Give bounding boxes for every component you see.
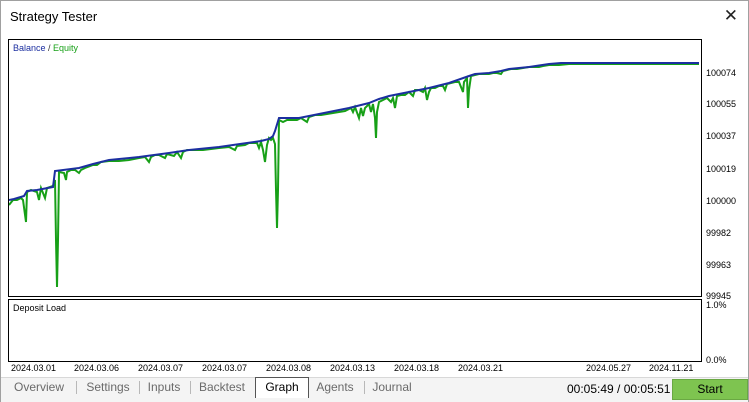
deposit-y-tick: 1.0% — [706, 300, 727, 310]
tab-backtest[interactable]: Backtest — [192, 378, 252, 396]
x-tick-label: 2024.03.08 — [266, 363, 312, 373]
window-title: Strategy Tester — [10, 9, 98, 24]
balance-equity-chart: Balance / Equity — [8, 39, 702, 297]
tab-divider — [190, 381, 191, 394]
elapsed-time: 00:05:49 / 00:05:51 — [567, 382, 671, 396]
tab-divider — [364, 381, 365, 394]
tab-settings[interactable]: Settings — [78, 378, 138, 396]
tab-inputs[interactable]: Inputs — [141, 378, 187, 396]
y-tick-label: 100037 — [706, 131, 737, 141]
deposit-y-tick: 0.0% — [706, 355, 727, 365]
x-tick-label: 2024.05.27 — [586, 363, 632, 373]
equity-line — [9, 63, 699, 288]
x-tick-label: 2024.03.07 — [138, 363, 184, 373]
tab-divider — [76, 381, 77, 394]
y-tick-label: 99963 — [706, 260, 732, 270]
deposit-load-chart: Deposit Load — [8, 299, 702, 362]
tab-graph[interactable]: Graph — [255, 377, 309, 398]
x-tick-label: 2024.03.06 — [74, 363, 120, 373]
legend-equity: Equity — [53, 43, 79, 53]
y-tick-label: 100019 — [706, 164, 737, 174]
deposit-load-label: Deposit Load — [13, 303, 67, 313]
chart-legend: Balance / Equity — [13, 43, 78, 53]
start-button[interactable]: Start — [672, 379, 748, 400]
y-tick-label: 99982 — [706, 228, 732, 238]
y-tick-label: 100074 — [706, 68, 737, 78]
x-tick-label: 2024.03.01 — [11, 363, 57, 373]
close-icon[interactable]: ✕ — [724, 7, 738, 24]
balance-equity-svg — [9, 62, 699, 288]
tab-journal[interactable]: Journal — [366, 378, 418, 396]
x-tick-label: 2024.11.21 — [649, 363, 694, 373]
tester-tabs: Overview Settings Inputs Backtest Graph … — [4, 377, 444, 398]
x-tick-label: 2024.03.18 — [394, 363, 440, 373]
tab-overview[interactable]: Overview — [4, 378, 74, 396]
x-tick-label: 2024.03.13 — [330, 363, 376, 373]
x-tick-label: 2024.03.21 — [458, 363, 504, 373]
strategy-tester-window: Strategy Tester ✕ Balance / Equity 10007… — [0, 0, 749, 402]
balance-line — [9, 62, 699, 201]
legend-separator: / — [45, 43, 54, 53]
tab-agents[interactable]: Agents — [310, 378, 360, 396]
legend-balance: Balance — [13, 43, 46, 53]
y-tick-label: 100055 — [706, 99, 737, 109]
title-bar: Strategy Tester ✕ — [1, 1, 748, 33]
x-tick-label: 2024.03.07 — [202, 363, 248, 373]
tab-divider — [139, 381, 140, 394]
y-tick-label: 100000 — [706, 196, 737, 206]
